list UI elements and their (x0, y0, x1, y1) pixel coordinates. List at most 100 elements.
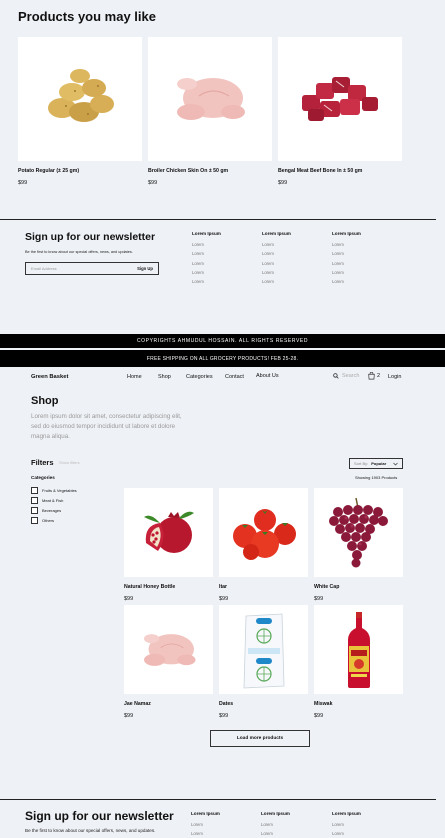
category-checkbox[interactable]: Beverages (31, 507, 61, 514)
category-checkbox[interactable]: Fruits & Vegetables (31, 487, 77, 494)
footer-link[interactable]: Lorem (262, 279, 291, 284)
footer-link[interactable]: Lorem (192, 242, 221, 247)
categories-title: Categories (31, 475, 55, 480)
product-name[interactable]: Jae Namaz (124, 701, 213, 707)
product-card[interactable]: Bengal Meat Beef Bone In ± 50 gm $99 (278, 37, 402, 186)
nav-contact[interactable]: Contact (225, 374, 244, 380)
product-card[interactable]: Natural Honey Bottle $99 (124, 488, 213, 602)
category-label: Meat & Fish (42, 498, 64, 503)
signup-button[interactable]: Sign Up (137, 266, 153, 271)
product-card[interactable]: Broiler Chicken Skin On ± 50 gm $99 (148, 37, 272, 186)
footer-column: Lorem Ipsum Lorem Lorem Lorem Lorem Lore… (192, 231, 221, 288)
cart-button[interactable]: 2 (368, 372, 380, 380)
divider (0, 219, 436, 220)
footer-heading: Lorem Ipsum (332, 231, 361, 236)
divider (0, 799, 436, 800)
product-image-grapes[interactable] (314, 488, 403, 577)
checkbox[interactable] (31, 517, 38, 524)
category-label: Fruits & Vegetables (42, 488, 77, 493)
brand-logo[interactable]: Green Basket (31, 374, 68, 380)
show-filters-link[interactable]: Show filters (59, 460, 80, 465)
product-image-tomatoes[interactable] (219, 488, 308, 577)
product-name[interactable]: Dates (219, 701, 308, 707)
footer-link[interactable]: Lorem (332, 279, 361, 284)
checkbox[interactable] (31, 487, 38, 494)
product-price: $99 (124, 713, 134, 719)
category-checkbox[interactable]: Meat & Fish (31, 497, 63, 504)
product-name[interactable]: Broiler Chicken Skin On ± 50 gm (148, 168, 272, 174)
footer-link[interactable]: Lorem (332, 261, 361, 266)
product-name[interactable]: Miswak (314, 701, 403, 707)
product-price: $99 (278, 180, 288, 186)
product-image-chicken[interactable] (124, 605, 213, 694)
category-checkbox[interactable]: Others (31, 517, 54, 524)
footer-link[interactable]: Lorem (192, 251, 221, 256)
product-image-pomegranate[interactable] (124, 488, 213, 577)
product-count: Showing 1903 Products (355, 475, 398, 480)
product-card[interactable]: Itar $99 (219, 488, 308, 602)
category-label: Beverages (42, 508, 62, 513)
product-price: $99 (124, 596, 134, 602)
product-card[interactable]: Jae Namaz $99 (124, 605, 213, 719)
footer-link[interactable]: Lorem (192, 261, 221, 266)
footer-link[interactable]: Lorem (332, 831, 361, 836)
email-input[interactable]: Email Address (31, 266, 57, 271)
product-image-chicken[interactable] (148, 37, 272, 161)
product-name[interactable]: Bengal Meat Beef Bone In ± 50 gm (278, 168, 402, 174)
nav-shop[interactable]: Shop (158, 374, 171, 380)
checkbox[interactable] (31, 507, 38, 514)
footer-column: Lorem Ipsum Lorem Lorem (332, 811, 361, 838)
footer-link[interactable]: Lorem (332, 822, 361, 827)
footer-link[interactable]: Lorem (191, 831, 220, 836)
product-card[interactable]: Dates $99 (219, 605, 308, 719)
footer-link[interactable]: Lorem (332, 242, 361, 247)
load-more-button[interactable]: Load more products (210, 730, 310, 747)
footer-link[interactable]: Lorem (332, 270, 361, 275)
footer-link[interactable]: Lorem (262, 270, 291, 275)
footer-link[interactable]: Lorem (192, 279, 221, 284)
footer-link[interactable]: Lorem (261, 822, 290, 827)
shopping-bag-icon (368, 372, 375, 380)
filters-heading: Filters (31, 458, 54, 467)
newsletter-title: Sign up for our newsletter (25, 809, 174, 823)
shop-description: Lorem ipsum dolor sit amet, consectetur … (31, 413, 182, 440)
product-price: $99 (18, 180, 28, 186)
footer-column: Lorem Ipsum Lorem Lorem (261, 811, 290, 838)
footer-link[interactable]: Lorem (262, 251, 291, 256)
footer-link[interactable]: Lorem (262, 261, 291, 266)
footer-link[interactable]: Lorem (262, 242, 291, 247)
footer-heading: Lorem Ipsum (191, 811, 220, 816)
footer-link[interactable]: Lorem (191, 822, 220, 827)
product-card[interactable]: Potato Regular (± 25 gm) $99 (18, 37, 142, 186)
newsletter-subtitle: Be the first to know about our special o… (25, 250, 133, 254)
login-link[interactable]: Login (388, 374, 401, 380)
product-image-potatoes[interactable] (18, 37, 142, 161)
footer-column: Lorem Ipsum Lorem Lorem Lorem Lorem Lore… (262, 231, 291, 288)
product-image-sauce-bottle[interactable] (314, 605, 403, 694)
sort-dropdown[interactable]: Sort By: Popular (349, 458, 403, 469)
sort-label: Sort By: (354, 461, 369, 466)
product-name[interactable]: Natural Honey Bottle (124, 584, 213, 590)
footer-heading: Lorem Ipsum (262, 231, 291, 236)
promo-bar: FREE SHIPPING ON ALL GROCERY PRODUCTS! F… (0, 350, 445, 367)
search-input[interactable]: Search (342, 373, 359, 379)
checkbox[interactable] (31, 497, 38, 504)
product-card[interactable]: Miswak $99 (314, 605, 403, 719)
product-name[interactable]: Potato Regular (± 25 gm) (18, 168, 142, 174)
nav-categories[interactable]: Categories (186, 374, 213, 380)
product-card[interactable]: White Cap $99 (314, 488, 403, 602)
product-price: $99 (314, 713, 324, 719)
footer-heading: Lorem Ipsum (192, 231, 221, 236)
footer-link[interactable]: Lorem (332, 251, 361, 256)
search-icon (333, 373, 339, 379)
search-box[interactable]: Search (333, 373, 359, 379)
product-image-milk-pouch[interactable] (219, 605, 308, 694)
footer-link[interactable]: Lorem (192, 270, 221, 275)
product-image-beef[interactable] (278, 37, 402, 161)
product-name[interactable]: Itar (219, 584, 308, 590)
nav-home[interactable]: Home (127, 374, 142, 380)
nav-about[interactable]: About Us (256, 373, 279, 379)
footer-link[interactable]: Lorem (261, 831, 290, 836)
category-label: Others (42, 518, 55, 523)
product-name[interactable]: White Cap (314, 584, 403, 590)
